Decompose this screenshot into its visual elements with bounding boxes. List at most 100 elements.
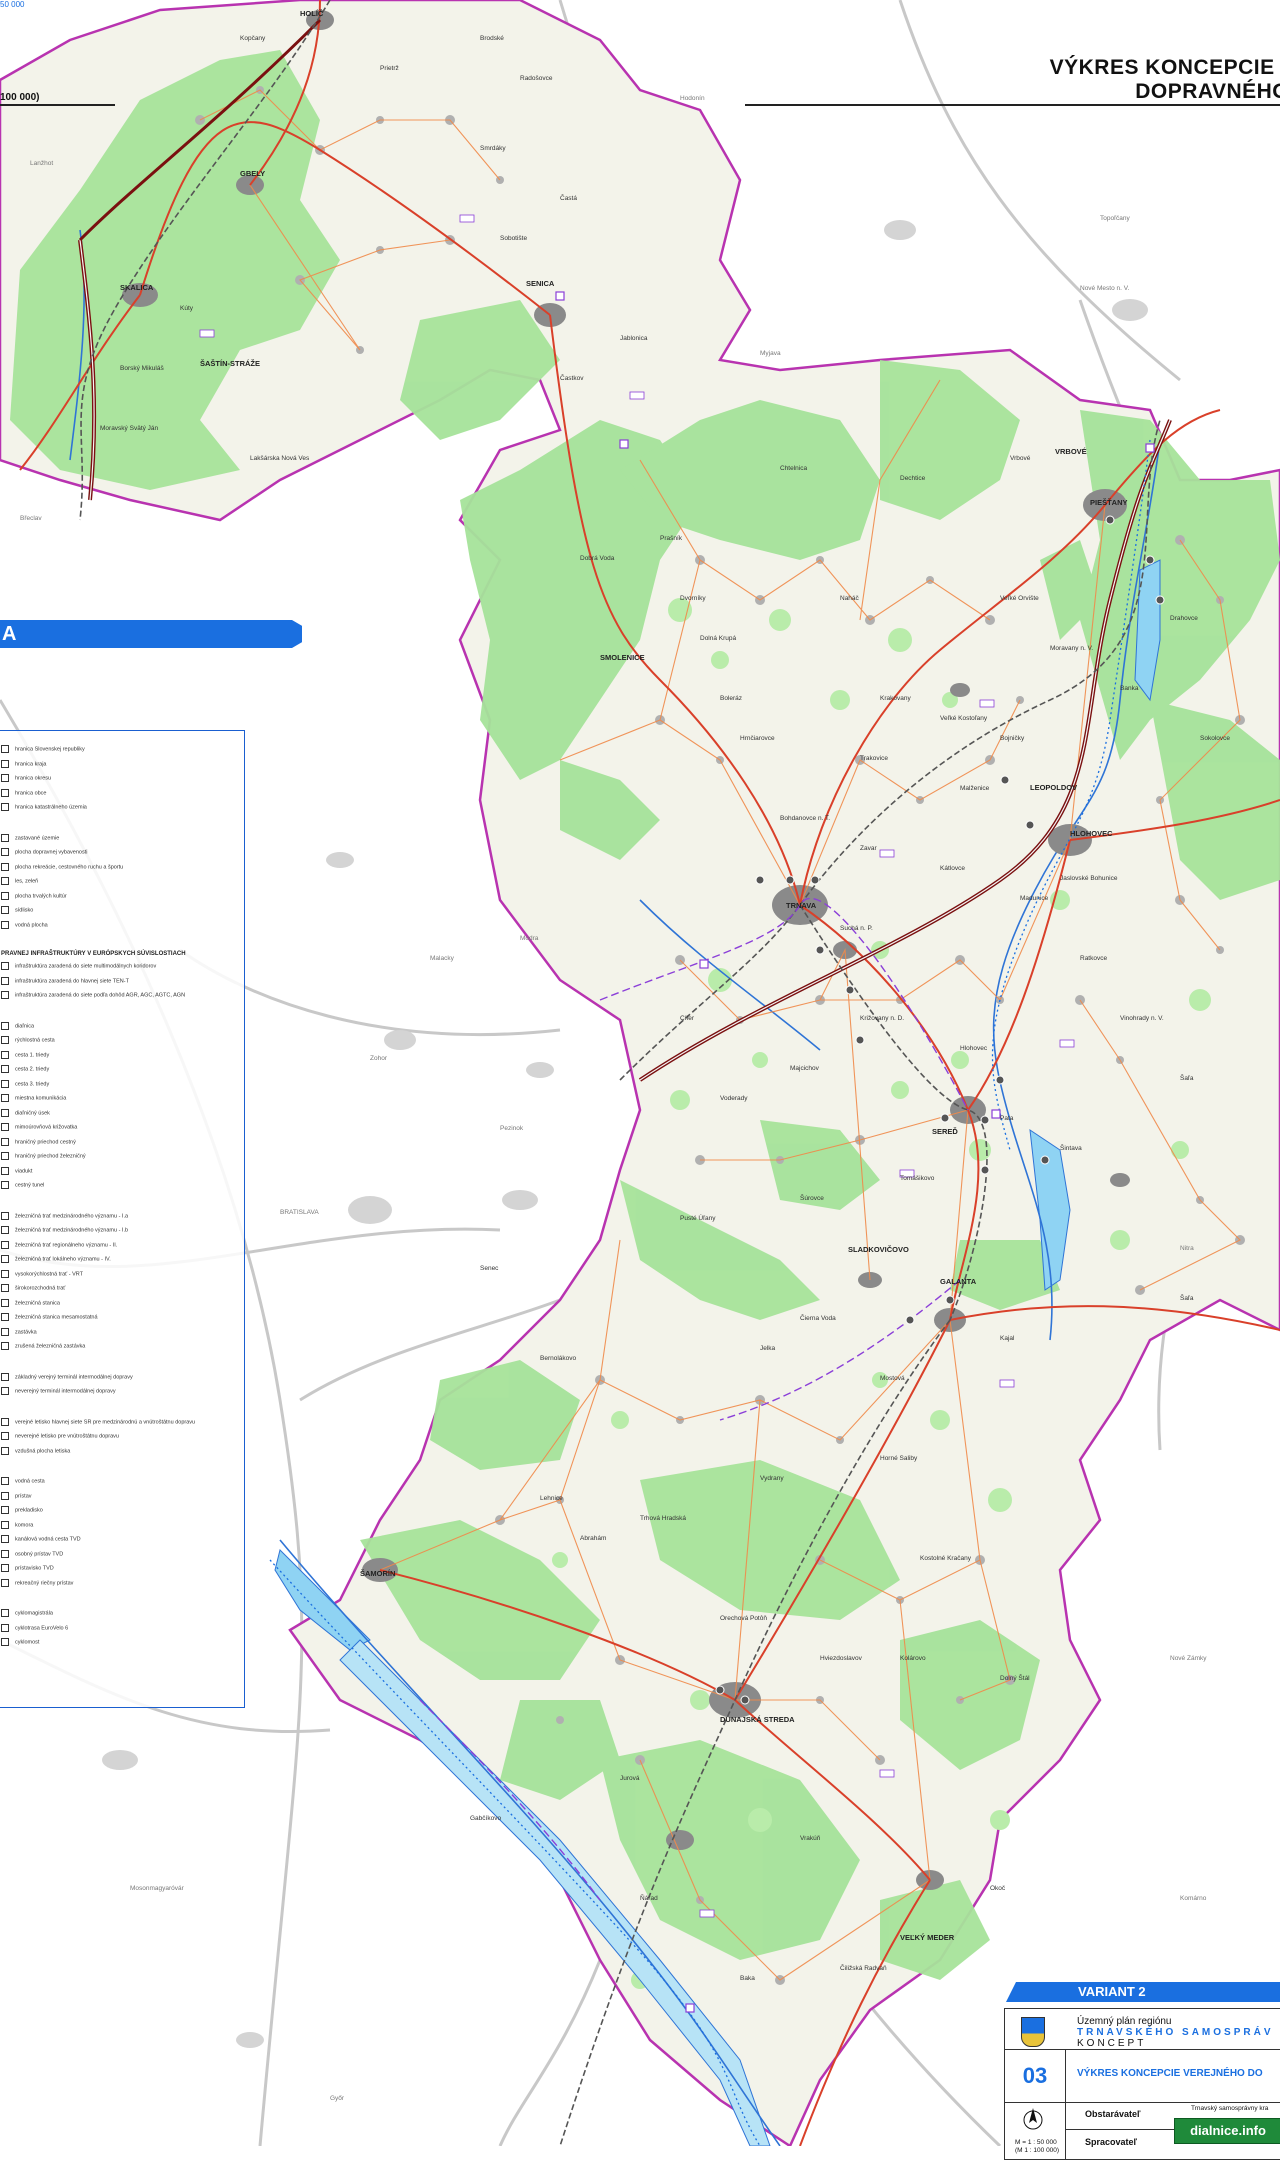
neighbour-label: Mosonmagyaróvár — [130, 1885, 185, 1892]
neighbour-label: Lanžhot — [30, 160, 53, 167]
legend-text: komora — [15, 1521, 34, 1528]
village-label: Kajal — [1000, 1335, 1015, 1342]
village-label: Senec — [480, 1265, 499, 1272]
legend-swatch — [1, 1211, 9, 1220]
title-block-header: Územný plán regiónu TRNAVSKÉHO SAMOSPRÁV… — [1005, 2009, 1280, 2050]
legend-item: viadukt — [1, 1166, 33, 1175]
legend-item: infraštruktúra zaradená do siete podľa d… — [1, 991, 185, 999]
village-label: Bernolákovo — [540, 1355, 577, 1362]
legend-item: prístav — [1, 1491, 32, 1500]
village-label: Madunice — [1020, 895, 1049, 902]
village-label: Abrahám — [580, 1535, 606, 1542]
town-label: PIEŠŤANY — [1090, 498, 1128, 507]
legend-item: infraštruktúra zaradená do siete multimo… — [1, 962, 156, 970]
village-label: Lakšárska Nová Ves — [250, 455, 310, 462]
legend-swatch — [1, 1327, 9, 1336]
legend-text: viadukt — [15, 1167, 33, 1174]
village-label: Banka — [1120, 685, 1139, 692]
village-label: Šúrovce — [800, 1193, 824, 1202]
legend-swatch — [1, 1446, 9, 1455]
village-label: Kúty — [180, 305, 194, 312]
village-label: Ňárad — [640, 1893, 658, 1902]
legend-swatch — [1, 1477, 9, 1485]
legend-item: osobný prístav TVD — [1, 1549, 63, 1558]
legend-swatch — [1, 1152, 9, 1160]
town-label: SKALICA — [120, 283, 154, 292]
legend-item: hranica kraja — [1, 759, 47, 768]
village-label: Dechtice — [900, 475, 926, 482]
village-label: Šaľa — [1180, 1293, 1194, 1302]
legend-text: zastávka — [15, 1328, 37, 1335]
neighbour-label: Komárno — [1180, 1895, 1207, 1902]
legend-banner: A — [0, 620, 302, 648]
village-label: Vydrany — [760, 1475, 784, 1482]
neighbour-label: Nitra — [1180, 1245, 1194, 1252]
page-title: VÝKRES KONCEPCIE VE DOPRAVNÉHO V — [1049, 56, 1280, 103]
legend-swatch — [1, 962, 9, 970]
legend-text: vzdušná plocha letiska — [15, 1447, 71, 1454]
scale-note: 100 000) — [0, 92, 40, 103]
legend-text: vodná cesta — [15, 1478, 45, 1485]
neighbour-label: Malacky — [430, 955, 455, 962]
village-label: Boleráz — [720, 695, 742, 702]
legend-swatch — [1, 774, 9, 782]
legend-item: hranica okresu — [1, 774, 51, 782]
legend-item: miestna komunikácia — [1, 1094, 66, 1102]
town-label: VRBOVÉ — [1055, 447, 1087, 456]
town-label: GBELY — [240, 169, 265, 178]
legend-text: hranica Slovenskej republiky — [15, 746, 85, 753]
legend-text: hranica obce — [15, 789, 47, 796]
legend-swatch — [1, 862, 9, 871]
legend-item: diaľnica — [1, 1021, 35, 1030]
village-label: Trhová Hradská — [640, 1515, 686, 1522]
village-label: Pusté Úľany — [680, 1213, 716, 1222]
plan-name: Územný plán regiónu — [1077, 2016, 1172, 2027]
legend-swatch — [1, 745, 9, 753]
village-label: Križovany n. D. — [860, 1015, 904, 1022]
village-label: Malženice — [960, 785, 990, 792]
neighbour-label: Myjava — [760, 350, 781, 357]
legend-text: vodná plocha — [15, 921, 48, 928]
legend-text: železničná trať lokálneho významu - IV. — [15, 1256, 111, 1263]
legend-text: prekladisko — [15, 1507, 43, 1514]
village-label: Sobotište — [500, 235, 527, 242]
legend-swatch — [1, 1313, 9, 1321]
village-label: Veľké Kostoľany — [940, 715, 988, 722]
legend-swatch — [1, 1535, 9, 1543]
village-label: Jurová — [620, 1775, 640, 1782]
region-crest-icon — [1021, 2017, 1045, 2047]
legend-text: diaľnica — [15, 1022, 35, 1029]
legend-swatch — [1, 920, 9, 929]
village-label: Jaslovské Bohunice — [1060, 875, 1118, 882]
village-label: Prašník — [660, 535, 683, 542]
legend-item: sídlisko — [1, 906, 33, 914]
drawing-title: VÝKRES KONCEPCIE VEREJNÉHO DO — [1077, 2068, 1263, 2079]
legend-text: cesta 2. triedy — [15, 1066, 50, 1073]
obstaravatel-value: Trnavský samosprávny kra — [1191, 2105, 1269, 2112]
town-label: HLOHOVEC — [1070, 829, 1113, 838]
neighbour-label: BRATISLAVA — [280, 1209, 319, 1216]
legend-text: verejné letisko hlavnej siete SR pre med… — [15, 1418, 196, 1425]
legend-item: železničná stanica mesamostatná — [1, 1313, 98, 1321]
legend-item: neverejné letisko pre vnútroštátnu dopra… — [1, 1432, 119, 1440]
watermark-badge[interactable]: dialnice.info — [1174, 2118, 1280, 2144]
village-label: Dolný Štál — [1000, 1673, 1030, 1682]
legend-swatch — [1, 1079, 9, 1088]
variant-label: VARIANT 2 — [1006, 1982, 1280, 2002]
legend-item: cesta 3. triedy — [1, 1079, 49, 1088]
legend-text: hranica kraja — [15, 760, 47, 767]
legend-heading: PRAVNEJ INFRAŠTRUKTÚRY V EURÓPSKYCH SÚVI… — [1, 951, 186, 957]
village-label: Hviezdoslavov — [820, 1655, 863, 1662]
drawing-scale: M = 1 : 50 000 (M 1 : 100 000) — [1015, 2139, 1060, 2154]
village-label: Bojničky — [1000, 735, 1025, 742]
legend-item: zastavané územie — [1, 833, 59, 842]
legend-swatch — [1, 891, 9, 900]
legend-swatch — [1, 1609, 9, 1617]
legend-item: hranica Slovenskej republiky — [1, 745, 85, 753]
legend-swatch — [1, 1181, 9, 1189]
legend-item: cyklotrasa EuroVelo 6 — [1, 1623, 68, 1632]
town-label: SENICA — [526, 279, 555, 288]
town-label: ŠAMORÍN — [360, 1569, 395, 1578]
legend-text: les, zeleň — [15, 878, 39, 885]
village-label: Hrnčiarovce — [740, 735, 775, 742]
